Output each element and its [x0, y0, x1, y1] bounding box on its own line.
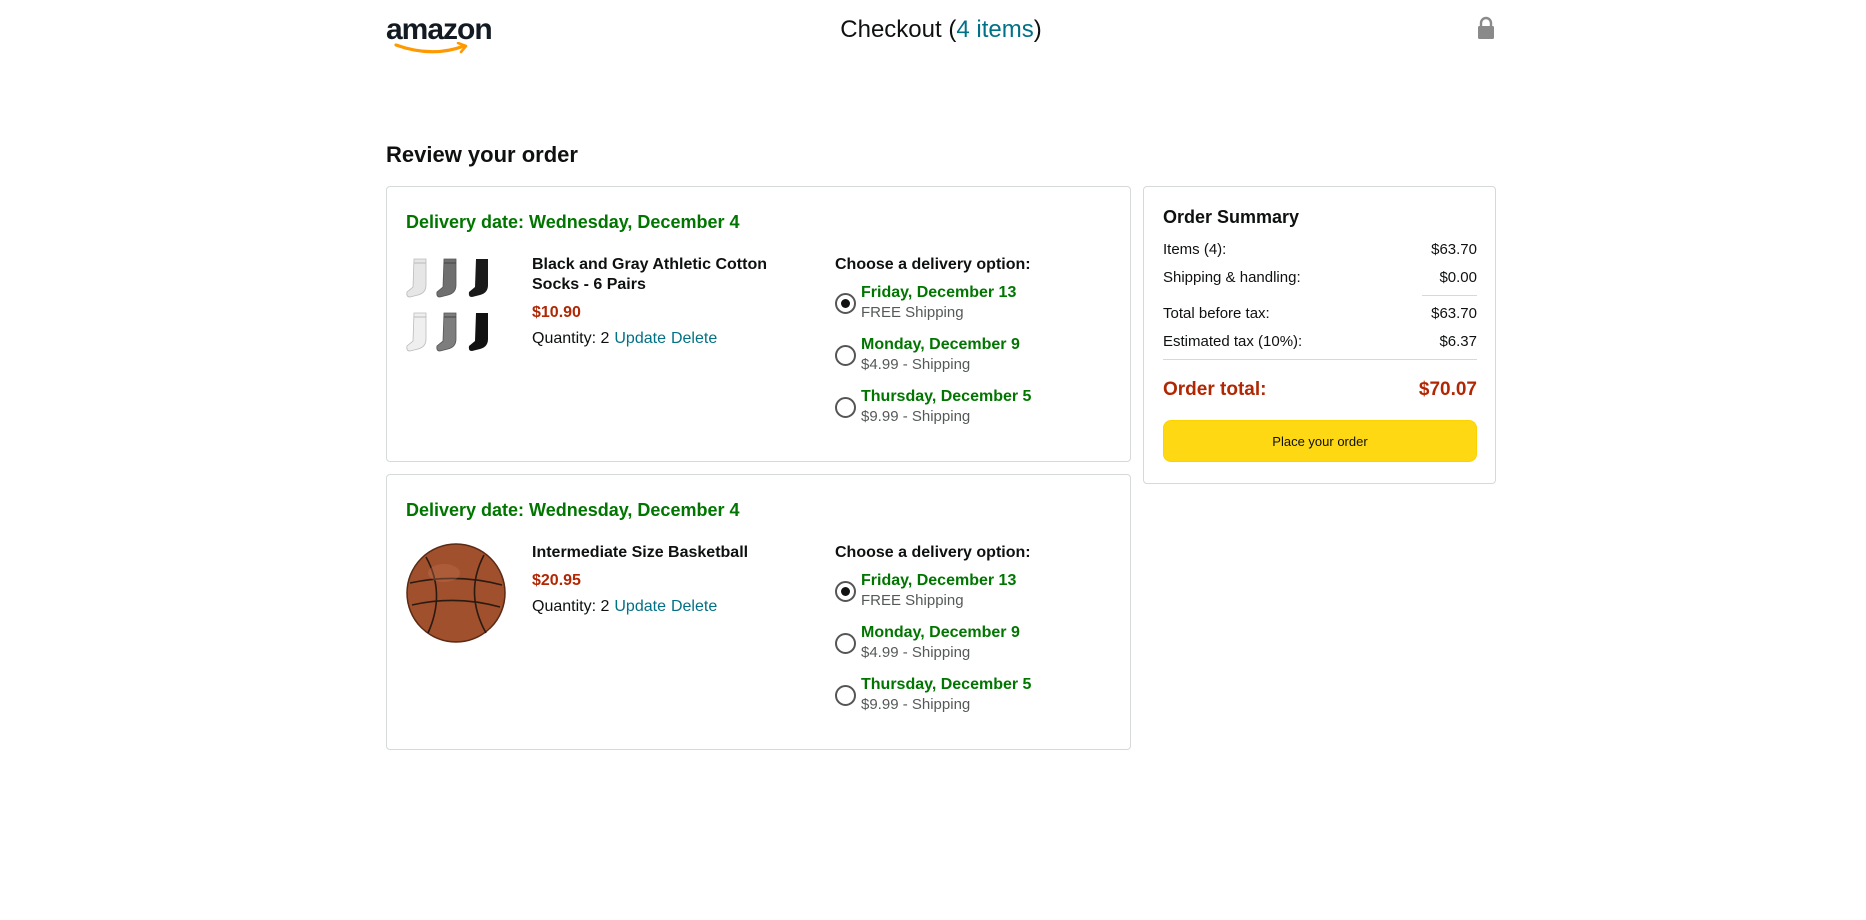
option-date: Friday, December 13	[861, 284, 1017, 301]
radio-button[interactable]	[835, 345, 856, 366]
summary-items-value: $63.70	[1431, 241, 1477, 258]
option-date: Monday, December 9	[861, 336, 1020, 353]
delivery-date: Delivery date: Wednesday, December 4	[406, 212, 740, 232]
option-date: Thursday, December 5	[861, 676, 1032, 693]
option-date: Thursday, December 5	[861, 388, 1032, 405]
delivery-options: Choose a delivery option: Friday, Decemb…	[835, 255, 1115, 439]
option-cost: $4.99 - Shipping	[861, 644, 971, 661]
delivery-options-title: Choose a delivery option:	[835, 256, 1031, 273]
delivery-option[interactable]: Monday, December 9 $4.99 - Shipping	[835, 623, 1115, 675]
delivery-option[interactable]: Friday, December 13 FREE Shipping	[835, 571, 1115, 623]
delivery-option[interactable]: Friday, December 13 FREE Shipping	[835, 283, 1115, 335]
delivery-box: Delivery date: Wednesday, December 4 Bla…	[386, 186, 1131, 462]
delivery-option[interactable]: Thursday, December 5 $9.99 - Shipping	[835, 387, 1115, 439]
order-summary: Order Summary Items (4): $63.70 Shipping…	[1143, 186, 1496, 484]
quantity-row: Quantity: 2 Update Delete	[532, 597, 817, 617]
quantity-label: Quantity: 2	[532, 330, 610, 347]
summary-shipping-label: Shipping & handling:	[1163, 269, 1301, 286]
summary-before-tax-value: $63.70	[1431, 305, 1477, 322]
delivery-option[interactable]: Monday, December 9 $4.99 - Shipping	[835, 335, 1115, 387]
order-total-label: Order total:	[1163, 379, 1267, 400]
lock-icon	[1478, 16, 1494, 39]
place-order-button[interactable]: Place your order	[1163, 420, 1477, 462]
page-title: Review your order	[386, 142, 578, 167]
option-date: Monday, December 9	[861, 624, 1020, 641]
order-summary-title: Order Summary	[1163, 207, 1300, 227]
summary-shipping-value: $0.00	[1439, 269, 1477, 286]
summary-items-row: Items (4): $63.70	[1163, 240, 1477, 260]
summary-before-tax-label: Total before tax:	[1163, 305, 1270, 322]
checkout-label: Checkout (	[840, 16, 957, 43]
quantity-label: Quantity: 2	[532, 598, 610, 615]
option-date: Friday, December 13	[861, 572, 1017, 589]
checkout-suffix: )	[1033, 16, 1042, 43]
radio-button[interactable]	[835, 397, 856, 418]
delivery-options-title: Choose a delivery option:	[835, 544, 1031, 561]
option-cost: $4.99 - Shipping	[861, 356, 971, 373]
delivery-option[interactable]: Thursday, December 5 $9.99 - Shipping	[835, 675, 1115, 727]
summary-items-label: Items (4):	[1163, 241, 1227, 258]
delivery-options: Choose a delivery option: Friday, Decemb…	[835, 543, 1115, 727]
product-price: $20.95	[532, 572, 581, 589]
summary-tax-value: $6.37	[1439, 333, 1477, 350]
option-cost: $9.99 - Shipping	[861, 696, 971, 713]
delete-item-link[interactable]: Delete	[671, 598, 717, 615]
summary-before-tax-row: Total before tax: $63.70	[1163, 304, 1477, 324]
delete-item-link[interactable]: Delete	[671, 330, 717, 347]
radio-button-selected[interactable]	[835, 293, 856, 314]
product-name: Black and Gray Athletic Cotton Socks - 6…	[532, 256, 767, 293]
product-price: $10.90	[532, 304, 581, 321]
summary-shipping-row: Shipping & handling: $0.00	[1163, 268, 1477, 288]
order-total-value: $70.07	[1418, 379, 1477, 400]
radio-button[interactable]	[835, 685, 856, 706]
delivery-date: Delivery date: Wednesday, December 4	[406, 500, 740, 520]
quantity-row: Quantity: 2 Update Delete	[532, 329, 817, 349]
option-cost: FREE Shipping	[861, 592, 964, 609]
checkout-title: Checkout (4 items)	[386, 16, 1496, 44]
summary-divider	[1422, 295, 1477, 296]
product-info: Intermediate Size Basketball $20.95 Quan…	[532, 543, 817, 617]
basketball-image	[406, 543, 506, 643]
summary-tax-row: Estimated tax (10%): $6.37	[1163, 332, 1477, 352]
product-info: Black and Gray Athletic Cotton Socks - 6…	[532, 255, 817, 349]
order-total-row: Order total: $70.07	[1163, 378, 1477, 402]
logo-smile-icon	[394, 42, 468, 54]
socks-image	[406, 258, 488, 352]
summary-tax-label: Estimated tax (10%):	[1163, 333, 1303, 350]
update-quantity-link[interactable]: Update	[614, 330, 666, 347]
product-name: Intermediate Size Basketball	[532, 544, 749, 561]
checkout-header: amazon Checkout (4 items)	[386, 0, 1496, 60]
radio-button[interactable]	[835, 633, 856, 654]
delivery-box: Delivery date: Wednesday, December 4 Int…	[386, 474, 1131, 750]
option-cost: $9.99 - Shipping	[861, 408, 971, 425]
update-quantity-link[interactable]: Update	[614, 598, 666, 615]
option-cost: FREE Shipping	[861, 304, 964, 321]
radio-button-selected[interactable]	[835, 581, 856, 602]
item-count-link[interactable]: 4 items	[956, 16, 1033, 43]
summary-divider	[1163, 359, 1477, 360]
